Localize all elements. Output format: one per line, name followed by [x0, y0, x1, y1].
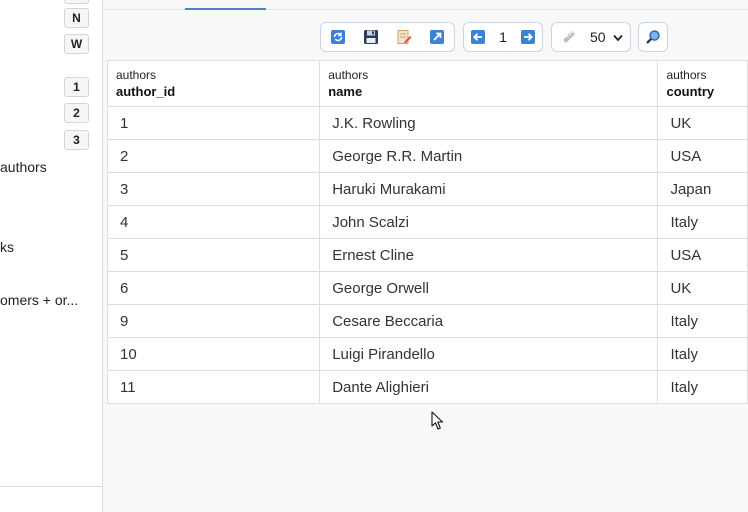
chevron-down-icon: [612, 29, 623, 45]
sidebar-item-customers-orders[interactable]: omers + or...: [0, 292, 78, 308]
cell-name[interactable]: George R.R. Martin: [319, 139, 659, 173]
column-header-country[interactable]: authors country: [657, 60, 748, 107]
cell-author-id[interactable]: 10: [106, 337, 321, 371]
active-tab-indicator[interactable]: [185, 8, 266, 10]
next-page-icon[interactable]: [515, 24, 540, 50]
results-panel: 1 50 authors author_id authors name auth…: [103, 0, 748, 512]
tab-strip: [103, 0, 748, 10]
sidebar-button-w[interactable]: W: [64, 34, 89, 54]
cell-name[interactable]: J.K. Rowling: [319, 106, 659, 140]
header-row: authors author_id authors name authors c…: [106, 60, 748, 107]
cell-country[interactable]: Japan: [657, 172, 748, 206]
search-icon[interactable]: [640, 24, 666, 50]
sidebar-button-1[interactable]: 1: [64, 77, 89, 97]
cell-author-id[interactable]: 9: [106, 304, 321, 338]
cell-country[interactable]: USA: [657, 139, 748, 173]
cell-author-id[interactable]: 6: [106, 271, 321, 305]
sidebar-button-partial[interactable]: [64, 0, 89, 4]
sidebar: N W 1 2 3 authors ks omers + or...: [0, 0, 103, 512]
column-name: author_id: [116, 84, 176, 99]
search-group: [638, 22, 668, 52]
cell-name[interactable]: Cesare Beccaria: [319, 304, 659, 338]
table-body: 1 J.K. Rowling UK 2 George R.R. Martin USA 3 Ha…: [106, 106, 748, 404]
column-table-name: authors: [116, 68, 157, 82]
rows-per-page-group: 50: [551, 22, 631, 52]
column-table-name: authors: [328, 68, 369, 82]
cell-country[interactable]: Italy: [657, 304, 748, 338]
cell-author-id[interactable]: 2: [106, 139, 321, 173]
sidebar-button-2[interactable]: 2: [64, 103, 89, 123]
column-header-name[interactable]: authors name: [319, 60, 659, 107]
table-row[interactable]: 9 Cesare Beccaria Italy: [106, 304, 748, 338]
column-name: country: [666, 84, 715, 99]
cell-country[interactable]: Italy: [657, 205, 748, 239]
sidebar-button-3[interactable]: 3: [64, 130, 89, 150]
toolbar-actions-group: [320, 22, 455, 52]
cell-author-id[interactable]: 5: [106, 238, 321, 272]
mouse-cursor-icon: [431, 411, 445, 436]
cell-name[interactable]: Luigi Pirandello: [319, 337, 659, 371]
table-row[interactable]: 10 Luigi Pirandello Italy: [106, 337, 748, 371]
table-row[interactable]: 2 George R.R. Martin USA: [106, 139, 748, 173]
cell-country[interactable]: UK: [657, 106, 748, 140]
cell-name[interactable]: Ernest Cline: [319, 238, 659, 272]
cell-country[interactable]: USA: [657, 238, 748, 272]
rows-per-page-value: 50: [590, 29, 606, 45]
table-row[interactable]: 3 Haruki Murakami Japan: [106, 172, 748, 206]
column-table-name: authors: [666, 68, 707, 82]
cell-country[interactable]: Italy: [657, 370, 748, 404]
pagination-group: 1: [463, 22, 543, 52]
rows-per-page-select[interactable]: 50: [582, 29, 623, 45]
table-row[interactable]: 11 Dante Alighieri Italy: [106, 370, 748, 404]
sidebar-button-n[interactable]: N: [64, 8, 89, 28]
cell-country[interactable]: UK: [657, 271, 748, 305]
sidebar-item-books[interactable]: ks: [0, 239, 14, 255]
save-icon[interactable]: [358, 24, 384, 50]
export-icon[interactable]: [424, 24, 450, 50]
cell-name[interactable]: Haruki Murakami: [319, 172, 659, 206]
table-row[interactable]: 4 John Scalzi Italy: [106, 205, 748, 239]
column-header-author-id[interactable]: authors author_id: [106, 60, 321, 107]
cell-name[interactable]: George Orwell: [319, 271, 659, 305]
refresh-icon[interactable]: [325, 24, 351, 50]
table-row[interactable]: 5 Ernest Cline USA: [106, 238, 748, 272]
results-table: authors author_id authors name authors c…: [106, 60, 748, 404]
previous-page-icon[interactable]: [466, 24, 491, 50]
cell-name[interactable]: Dante Alighieri: [319, 370, 659, 404]
table-row[interactable]: 6 George Orwell UK: [106, 271, 748, 305]
sidebar-divider: [0, 486, 102, 487]
column-name: name: [328, 84, 363, 99]
ruler-icon: [556, 24, 582, 50]
cell-author-id[interactable]: 4: [106, 205, 321, 239]
cell-country[interactable]: Italy: [657, 337, 748, 371]
edit-icon[interactable]: [391, 24, 417, 50]
cell-author-id[interactable]: 11: [106, 370, 321, 404]
cell-author-id[interactable]: 1: [106, 106, 321, 140]
sidebar-item-authors[interactable]: authors: [0, 159, 47, 175]
table-row[interactable]: 1 J.K. Rowling UK: [106, 106, 748, 140]
cell-author-id[interactable]: 3: [106, 172, 321, 206]
page-number[interactable]: 1: [491, 29, 516, 45]
cell-name[interactable]: John Scalzi: [319, 205, 659, 239]
